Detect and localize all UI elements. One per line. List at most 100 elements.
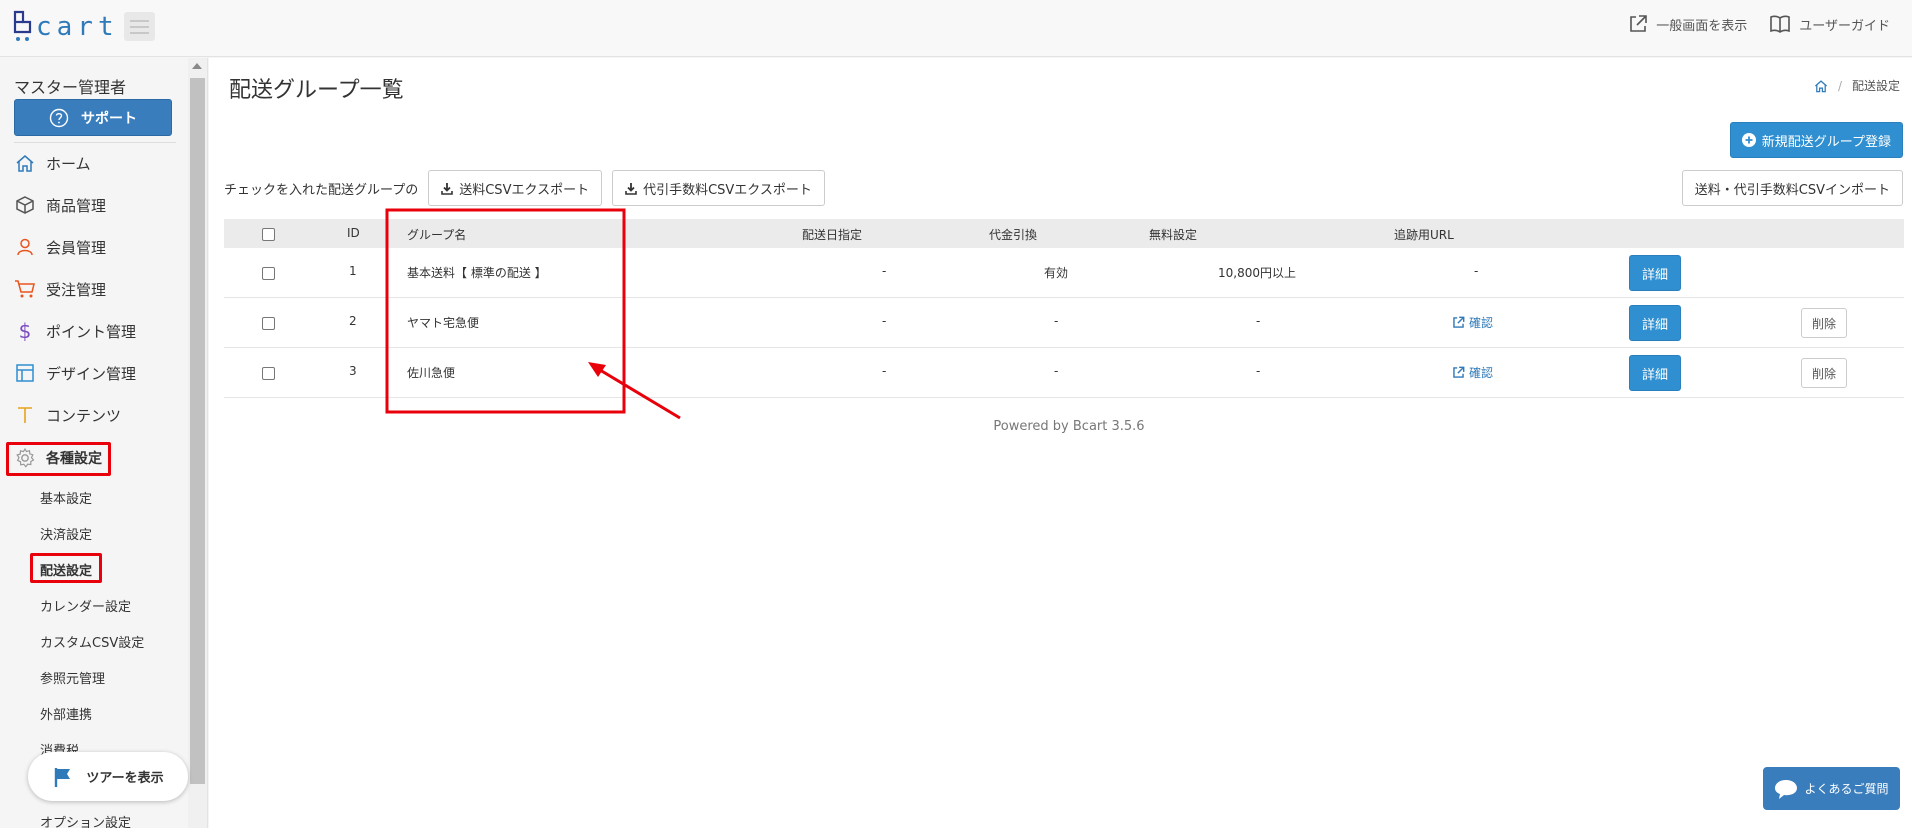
row-free-setting: - — [1256, 314, 1261, 328]
sidebar-sub-calendar[interactable]: カレンダー設定 — [40, 596, 131, 615]
sidebar-item-products[interactable]: 商品管理 — [14, 188, 179, 222]
chat-bubble-icon — [1775, 779, 1798, 799]
row-group-name: 佐川急便 — [407, 366, 456, 380]
external-link-icon — [1453, 316, 1465, 328]
export-caption: チェックを入れた配送グループの — [224, 182, 419, 198]
sidebar-sub-referrer[interactable]: 参照元管理 — [40, 668, 105, 687]
external-link-icon — [1453, 366, 1465, 378]
support-button[interactable]: サポート — [14, 99, 172, 136]
sidebar-item-label: デザイン管理 — [46, 364, 137, 383]
row-checkbox[interactable] — [262, 267, 275, 280]
logo-b-icon — [13, 10, 32, 41]
text-icon — [14, 404, 36, 426]
cod-fee-csv-export-button[interactable]: 代引手数料CSVエクスポート — [612, 170, 825, 206]
row-group-name: ヤマト宅急便 — [407, 316, 480, 330]
external-link-icon — [1630, 15, 1648, 32]
column-header-id: ID — [347, 226, 360, 240]
confirm-label: 確認 — [1469, 366, 1494, 380]
row-checkbox[interactable] — [262, 317, 275, 330]
tracking-url-confirm-link[interactable]: 確認 — [1452, 314, 1493, 331]
column-header-group-name: グループ名 — [407, 228, 467, 242]
view-storefront-label: 一般画面を表示 — [1656, 18, 1748, 34]
column-header-free-setting: 無料設定 — [1149, 228, 1198, 242]
shipping-highlight-box — [30, 553, 102, 583]
export-toolbar: チェックを入れた配送グループの 送料CSVエクスポート 代引手数料CSVエクスポ… — [224, 170, 825, 206]
dollar-icon: $ — [18, 319, 32, 343]
view-storefront-link[interactable]: 一般画面を表示 — [1628, 14, 1747, 34]
settings-highlight-box — [6, 442, 111, 476]
select-all-checkbox[interactable] — [262, 228, 275, 241]
row-id: 1 — [349, 264, 357, 278]
delete-button[interactable]: 削除 — [1801, 308, 1847, 338]
download-icon — [441, 182, 454, 195]
user-guide-link[interactable]: ユーザーガイド — [1769, 14, 1890, 34]
divider — [14, 142, 176, 143]
sidebar-item-label: 会員管理 — [46, 238, 107, 257]
support-label: サポート — [81, 110, 137, 127]
sidebar-item-design[interactable]: デザイン管理 — [14, 356, 179, 390]
faq-chat-button[interactable]: よくあるご質問 — [1763, 767, 1900, 810]
row-checkbox[interactable] — [262, 367, 275, 380]
detail-button[interactable]: 詳細 — [1629, 305, 1681, 341]
csv-import-label: 送料・代引手数料CSVインポート — [1694, 182, 1890, 198]
faq-label: よくあるご質問 — [1804, 782, 1889, 796]
sidebar-item-label: 商品管理 — [46, 196, 107, 215]
sidebar-item-home[interactable]: ホーム — [14, 146, 179, 180]
sidebar-item-members[interactable]: 会員管理 — [14, 230, 179, 264]
column-header-date-spec: 配送日指定 — [802, 228, 863, 242]
row-free-setting: 10,800円以上 — [1218, 266, 1296, 280]
sidebar-sub-custom-csv[interactable]: カスタムCSV設定 — [40, 632, 144, 651]
sidebar-item-contents[interactable]: コンテンツ — [14, 398, 179, 432]
powered-by-footer: Powered by Bcart 3.5.6 — [993, 419, 1145, 434]
show-tour-button[interactable]: ツアーを表示 — [28, 752, 188, 801]
bcart-logo[interactable]: cart — [12, 10, 119, 44]
csv-import-button[interactable]: 送料・代引手数料CSVインポート — [1681, 170, 1903, 206]
sidebar-item-label: ポイント管理 — [46, 322, 137, 341]
detail-button[interactable]: 詳細 — [1629, 355, 1681, 391]
row-free-setting: - — [1256, 364, 1261, 378]
detail-button[interactable]: 詳細 — [1629, 255, 1681, 291]
home-icon[interactable] — [1814, 79, 1828, 93]
menu-toggle-button[interactable] — [124, 12, 155, 41]
table-row: 1 基本送料【 標準の配送 】 - 有効 10,800円以上 - 詳細 — [224, 248, 1904, 298]
breadcrumb-separator: / — [1837, 78, 1842, 93]
sidebar-item-label: コンテンツ — [46, 406, 122, 425]
sidebar-scrollbar[interactable] — [188, 58, 207, 828]
sidebar-item-label: ホーム — [46, 154, 91, 173]
question-circle-icon — [49, 108, 69, 127]
scroll-up-arrow-icon[interactable] — [192, 63, 202, 69]
sidebar: マスター管理者 サポート ホーム 商品管理 会員管理 受注管理 $ ポイント管理… — [0, 58, 208, 828]
book-icon — [1770, 15, 1791, 33]
table-row: 3 佐川急便 - - - 確認 詳細 削除 — [224, 348, 1904, 398]
table-header: ID グループ名 配送日指定 代金引換 無料設定 追跡用URL — [224, 219, 1904, 248]
user-guide-label: ユーザーガイド — [1799, 18, 1890, 34]
sidebar-sub-options[interactable]: オプション設定 — [40, 812, 131, 828]
shipping-csv-export-button[interactable]: 送料CSVエクスポート — [428, 170, 603, 206]
sidebar-item-points[interactable]: $ ポイント管理 — [14, 314, 179, 348]
sidebar-sub-external[interactable]: 外部連携 — [40, 704, 92, 723]
sidebar-item-orders[interactable]: 受注管理 — [14, 272, 179, 306]
confirm-label: 確認 — [1469, 316, 1494, 330]
new-shipping-group-button[interactable]: 新規配送グループ登録 — [1729, 122, 1903, 158]
plus-circle-icon — [1741, 133, 1756, 147]
new-shipping-group-label: 新規配送グループ登録 — [1761, 134, 1891, 150]
delete-button[interactable]: 削除 — [1801, 358, 1847, 388]
row-id: 3 — [349, 364, 357, 378]
cube-icon — [14, 194, 36, 216]
sidebar-sub-basic[interactable]: 基本設定 — [40, 488, 92, 507]
main-content: 配送グループ一覧 / 配送設定 新規配送グループ登録 チェックを入れた配送グルー… — [209, 58, 1912, 828]
sidebar-sub-payment[interactable]: 決済設定 — [40, 524, 92, 543]
sidebar-item-label: 受注管理 — [46, 280, 107, 299]
row-date-spec: - — [882, 314, 887, 328]
row-id: 2 — [349, 314, 357, 328]
tracking-url-confirm-link[interactable]: 確認 — [1452, 364, 1493, 381]
download-icon — [625, 182, 637, 195]
scrollbar-thumb[interactable] — [190, 78, 205, 784]
top-header: cart 一般画面を表示 ユーザーガイド — [0, 0, 1912, 57]
logo-text: cart — [36, 12, 119, 42]
table-row: 2 ヤマト宅急便 - - - 確認 詳細 削除 — [224, 298, 1904, 348]
row-cod: 有効 — [1044, 266, 1069, 280]
column-header-cod: 代金引換 — [989, 228, 1038, 242]
cod-fee-csv-export-label: 代引手数料CSVエクスポート — [643, 182, 812, 198]
row-date-spec: - — [882, 364, 887, 378]
